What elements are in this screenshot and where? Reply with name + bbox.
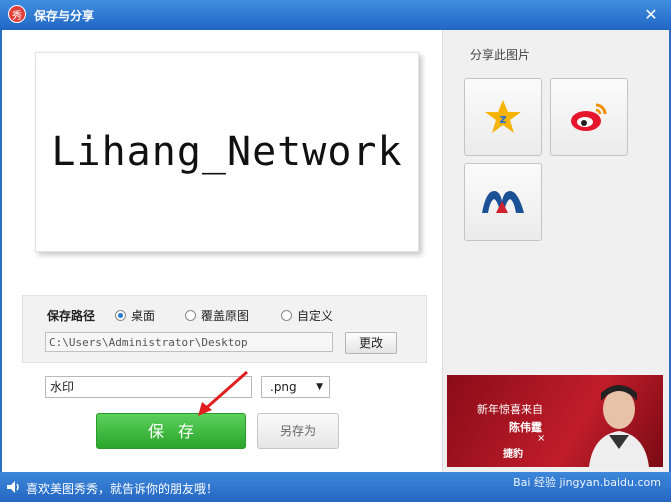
preview-image-text: Lihang_Network xyxy=(51,129,403,175)
svg-text:z: z xyxy=(500,112,507,126)
save-button[interactable]: 保存 xyxy=(96,413,246,449)
radio-desktop-label: 桌面 xyxy=(131,309,156,323)
save-path-label: 保存路径 xyxy=(47,309,96,323)
radio-dot-icon xyxy=(281,310,292,321)
baidu-jingyan-watermark: Bai 经验 jingyan.baidu.com xyxy=(513,476,661,489)
save-path-panel: 保存路径 桌面 覆盖原图 自定义 C:\Users\Administrator\… xyxy=(22,295,427,363)
status-message[interactable]: 喜欢美图秀秀，就告诉你的朋友哦！ xyxy=(26,480,218,497)
ad-headline: 新年惊喜来自 xyxy=(477,403,543,416)
save-as-button[interactable]: 另存为 xyxy=(257,413,339,449)
radio-dot-icon xyxy=(185,310,196,321)
save-path-field[interactable]: C:\Users\Administrator\Desktop xyxy=(45,332,333,352)
format-value: .png xyxy=(270,380,297,394)
share-title: 分享此图片 xyxy=(470,48,531,62)
format-select[interactable]: .png ▼ xyxy=(261,376,330,398)
share-weibo-button[interactable] xyxy=(550,78,628,156)
dialog-body: Lihang_Network 保存路径 桌面 覆盖原图 自定义 C:\Users… xyxy=(2,30,669,472)
share-qzone-button[interactable]: z xyxy=(464,78,542,156)
change-path-button[interactable]: 更改 xyxy=(345,332,397,354)
annotation-arrow-icon xyxy=(198,370,248,416)
radio-dot-icon xyxy=(115,310,126,321)
advertisement-banner[interactable]: 新年惊喜来自 陈伟霆 × 捷豹 xyxy=(447,375,663,467)
radio-custom[interactable]: 自定义 xyxy=(281,307,333,324)
weibo-icon xyxy=(571,103,607,131)
dropdown-caret-icon: ▼ xyxy=(316,382,323,392)
window-title: 保存与分享 xyxy=(34,9,95,23)
save-area: Lihang_Network 保存路径 桌面 覆盖原图 自定义 C:\Users… xyxy=(2,30,442,472)
meitu-app-icon: 秀 xyxy=(8,5,26,23)
panel-divider xyxy=(442,30,443,472)
qzone-star-icon: z xyxy=(485,100,521,133)
radio-overwrite[interactable]: 覆盖原图 xyxy=(185,307,249,324)
title-bar: 秀 保存与分享 ✕ xyxy=(0,0,671,30)
speaker-icon xyxy=(7,481,19,493)
ad-person-photo xyxy=(589,385,649,467)
image-preview: Lihang_Network xyxy=(35,52,419,252)
radio-desktop[interactable]: 桌面 xyxy=(115,307,155,324)
ad-cross-symbol: × xyxy=(537,433,546,444)
share-renren-button[interactable] xyxy=(464,163,542,241)
radio-custom-label: 自定义 xyxy=(297,309,334,323)
radio-overwrite-label: 覆盖原图 xyxy=(201,309,250,323)
status-bar: 喜欢美图秀秀，就告诉你的朋友哦！ Bai 经验 jingyan.baidu.co… xyxy=(0,472,671,502)
ad-brand: 捷豹 xyxy=(503,449,523,460)
close-button[interactable]: ✕ xyxy=(641,5,661,25)
renren-icon xyxy=(482,191,524,213)
